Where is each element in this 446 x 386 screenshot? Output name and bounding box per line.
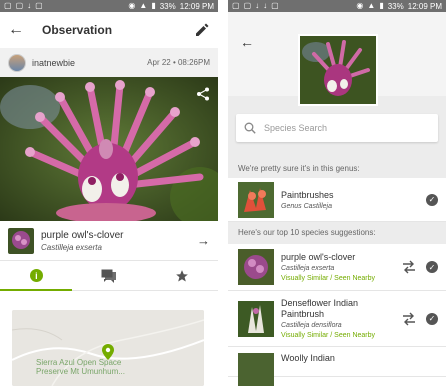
search-placeholder: Species Search: [264, 123, 328, 133]
species-suggestion-row[interactable]: purple owl's-clover Castilleja exserta V…: [228, 244, 446, 291]
screen-divider: [218, 0, 228, 386]
battery-percent: 33%: [159, 1, 176, 11]
notification-icon: ▢: [15, 1, 24, 10]
species-thumbnail: [238, 353, 274, 386]
status-bar: ▢ ▢ ↓ ▢ ◉ ▲ ▮ 33% 12:09 PM: [0, 0, 218, 12]
genus-thumbnail: [238, 181, 274, 218]
genus-scientific-name: Genus Castilleja: [281, 202, 332, 210]
download-icon: ↓: [255, 1, 260, 10]
taxon-thumbnail: [8, 227, 34, 254]
species-thumbnail: [238, 249, 274, 285]
species-suggestions-screen: ▢ ▢ ↓ ↓ ▢ ◉ ▲ ▮ 33% 12:09 PM ← Species S…: [228, 0, 446, 386]
compare-arrows-icon[interactable]: [402, 260, 416, 274]
page-title: Observation: [42, 23, 113, 37]
tab-favorites[interactable]: [145, 261, 218, 290]
species-name: Woolly Indian: [281, 353, 335, 363]
battery-icon: ▮: [379, 1, 384, 10]
species-section-heading: Here's our top 10 species suggestions:: [228, 222, 446, 244]
avatar: [8, 53, 26, 72]
location-icon: ◉: [128, 1, 136, 10]
detail-tabs: i: [0, 261, 218, 291]
notification-icon: ▢: [243, 1, 252, 10]
suggestion-header: ←: [228, 12, 446, 106]
notification-icon: ▢: [271, 1, 279, 10]
check-circle-icon[interactable]: ✓: [426, 312, 438, 325]
battery-percent: 33%: [387, 1, 404, 11]
species-scientific-name: Castilleja densiflora: [281, 322, 342, 329]
status-bar: ▢ ▢ ↓ ↓ ▢ ◉ ▲ ▮ 33% 12:09 PM: [228, 0, 446, 12]
observation-photo-thumbnail: [298, 34, 378, 106]
observation-photo[interactable]: [0, 77, 218, 221]
observation-map[interactable]: Sierra Azul Open Space Preserve Mt Umunh…: [12, 310, 204, 386]
username: inatnewbie: [32, 57, 76, 68]
download-icon: ↓: [263, 1, 268, 10]
flower-photo-image: [0, 77, 218, 221]
taxon-row[interactable]: purple owl's-clover Castilleja exserta →: [0, 221, 218, 261]
map-place-label: Sierra Azul Open Space Preserve Mt Umunh…: [36, 358, 125, 376]
observer-row[interactable]: inatnewbie Apr 22 • 08:26PM: [0, 48, 218, 77]
check-circle-icon[interactable]: ✓: [426, 193, 438, 206]
search-icon: [244, 122, 256, 134]
notification-icon: ▢: [35, 1, 43, 10]
taxon-common-name: purple owl's-clover: [41, 229, 124, 241]
species-suggestion-row[interactable]: Denseflower Indian Paintbrush Castilleja…: [228, 291, 446, 347]
edit-pencil-icon[interactable]: [194, 22, 210, 38]
compare-arrows-icon[interactable]: [402, 312, 416, 326]
species-evidence: Visually Similar / Seen Nearby: [281, 332, 376, 339]
share-icon[interactable]: [196, 87, 210, 101]
species-name: Denseflower Indian Paintbrush: [281, 298, 359, 319]
taxon-scientific-name: Castilleja exserta: [41, 242, 102, 252]
observation-date: Apr 22 • 08:26PM: [147, 58, 210, 67]
signal-icon: ▲: [367, 1, 376, 10]
genus-suggestion-row[interactable]: Paintbrushes Genus Castilleja ✓: [228, 178, 446, 222]
battery-icon: ▮: [151, 1, 156, 10]
arrow-right-icon[interactable]: →: [197, 233, 210, 248]
info-icon: i: [29, 269, 43, 282]
species-search-input[interactable]: Species Search: [236, 114, 438, 142]
back-arrow-icon[interactable]: ←: [240, 34, 254, 50]
clock: 12:09 PM: [179, 1, 214, 11]
download-icon: ↓: [27, 1, 32, 10]
species-scientific-name: Castilleja exserta: [281, 265, 335, 272]
species-suggestion-row[interactable]: Woolly Indian: [228, 347, 446, 386]
back-arrow-icon[interactable]: ←: [8, 21, 24, 39]
selected-tab-indicator: [0, 289, 72, 291]
star-icon: [175, 269, 188, 282]
tab-comments[interactable]: [73, 261, 146, 290]
species-evidence: Visually Similar / Seen Nearby: [281, 275, 376, 282]
species-thumbnail: [238, 300, 274, 337]
observation-screen: ▢ ▢ ↓ ▢ ◉ ▲ ▮ 33% 12:09 PM ← Observation…: [0, 0, 218, 386]
check-circle-icon[interactable]: ✓: [426, 261, 438, 273]
map-label-line: Sierra Azul Open Space: [36, 358, 122, 367]
map-label-line: Preserve Mt Umunhum...: [36, 367, 125, 376]
tab-info[interactable]: i: [0, 261, 73, 290]
species-name: purple owl's-clover: [281, 252, 356, 262]
notification-icon: ▢: [4, 1, 12, 10]
notification-icon: ▢: [232, 1, 240, 10]
location-icon: ◉: [356, 1, 364, 10]
comments-icon: [101, 269, 116, 283]
genus-section-heading: We're pretty sure it's in this genus:: [228, 158, 446, 178]
signal-icon: ▲: [139, 1, 148, 10]
genus-name: Paintbrushes: [281, 189, 334, 200]
app-bar: ← Observation: [0, 12, 218, 48]
clock: 12:09 PM: [407, 1, 442, 11]
